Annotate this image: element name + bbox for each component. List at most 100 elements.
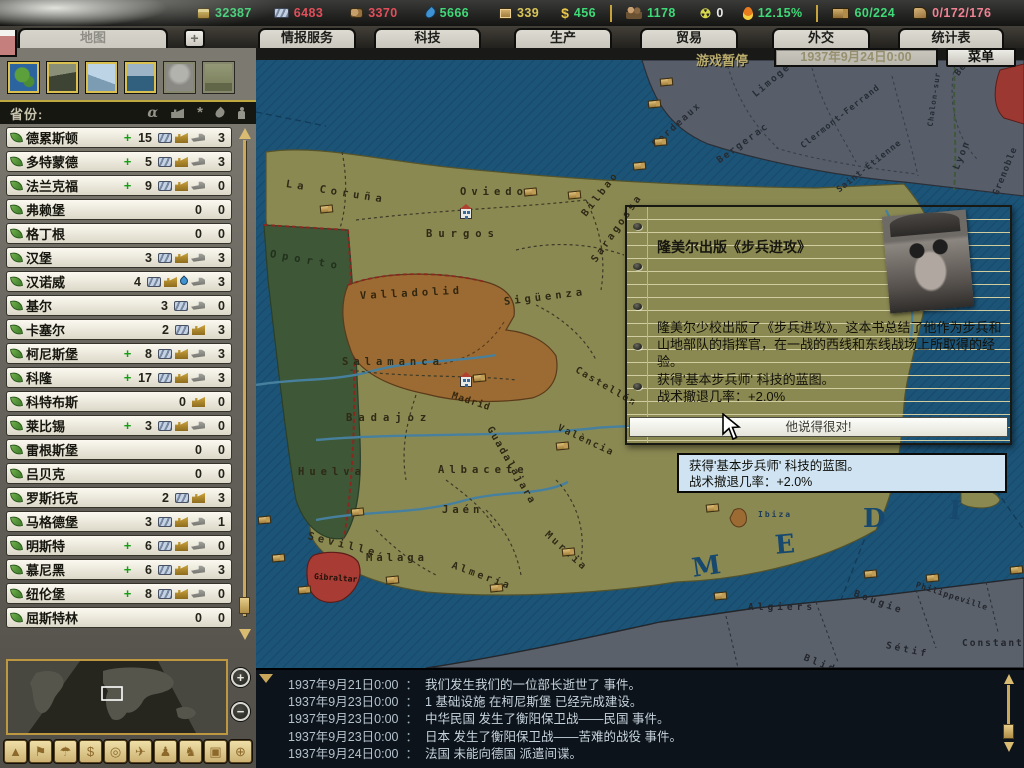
tab-technology[interactable]: 科技 <box>374 28 481 48</box>
air-units-button[interactable] <box>86 62 117 93</box>
tab-statistics[interactable]: 统计表 <box>898 28 1004 48</box>
province-row[interactable]: 柯尼斯堡+83 <box>6 343 232 364</box>
province-row[interactable]: 科隆+173 <box>6 367 232 388</box>
machine-icon <box>191 253 205 263</box>
log-collapse-icon[interactable] <box>259 674 273 683</box>
tab-production[interactable]: 生产 <box>514 28 612 48</box>
tab-trade[interactable]: 贸易 <box>640 28 738 48</box>
nuclear-button[interactable] <box>164 62 195 93</box>
zoom-out-button[interactable]: − <box>231 702 250 721</box>
machine-icon <box>191 541 205 551</box>
province-leaf-icon <box>10 515 23 528</box>
scroll-down-icon[interactable] <box>239 629 251 640</box>
province-leaf-icon <box>10 587 23 600</box>
europe-map-button[interactable] <box>8 62 39 93</box>
diplomacy-icon <box>913 7 927 19</box>
production-value: 6 <box>135 563 152 577</box>
air-filter-button[interactable]: ✈ <box>129 740 152 763</box>
military-button[interactable] <box>203 62 234 93</box>
minimap[interactable] <box>6 659 228 735</box>
province-row[interactable]: 汉堡33 <box>6 247 232 268</box>
supplies-filter-button[interactable]: ▣ <box>204 740 227 763</box>
manpower-icon <box>626 7 642 19</box>
log-scroll-up-icon[interactable] <box>1004 674 1014 684</box>
tab-intelligence[interactable]: 情报服务 <box>258 28 356 48</box>
production-plus: + <box>122 130 133 145</box>
scroll-up-icon[interactable] <box>239 128 251 139</box>
flag-filter-button[interactable]: ⚑ <box>29 740 52 763</box>
province-row[interactable]: 格丁根00 <box>6 223 232 244</box>
log-scroll-thumb[interactable] <box>1003 724 1014 739</box>
province-row[interactable]: 雷根斯堡00 <box>6 439 232 460</box>
sort-factory-icon[interactable] <box>171 108 184 118</box>
log-separator: ： <box>406 712 419 726</box>
province-leaf-icon <box>10 299 23 312</box>
province-count: 1 <box>210 515 225 529</box>
province-row[interactable]: 汉诺威43 <box>6 271 232 292</box>
tab-diplomacy[interactable]: 外交 <box>772 28 870 48</box>
province-row[interactable]: 罗斯托克23 <box>6 487 232 508</box>
event-effect-line: 战术撤退几率：+2.0% <box>657 388 1005 405</box>
log-scroll-track[interactable] <box>1007 685 1010 725</box>
province-row[interactable]: 莱比锡+30 <box>6 415 232 436</box>
province-count: 0 <box>210 443 225 457</box>
binder-hole-icon <box>633 263 642 270</box>
province-count: 0 <box>210 419 225 433</box>
province-row[interactable]: 慕尼黑+63 <box>6 559 232 580</box>
province-row[interactable]: 纽伦堡+80 <box>6 583 232 604</box>
province-row[interactable]: 法兰克福+90 <box>6 175 232 196</box>
factory-icon <box>164 276 177 287</box>
sort-resources-icon[interactable]: * <box>197 108 203 118</box>
province-row[interactable]: 基尔30 <box>6 295 232 316</box>
event-accept-button[interactable]: 他说得很对! <box>629 417 1008 437</box>
province-row[interactable]: 德累斯顿+153 <box>6 127 232 148</box>
world-filter-button[interactable]: ⊕ <box>229 740 252 763</box>
production-value: 4 <box>124 275 141 289</box>
date-display: 1937年9月24日0:00 <box>774 48 938 67</box>
map-move-button[interactable]: + <box>184 29 205 48</box>
machine-icon <box>191 373 205 383</box>
province-row[interactable]: 科特布斯00 <box>6 391 232 412</box>
province-row[interactable]: 卡塞尔23 <box>6 319 232 340</box>
sort-manpower-icon[interactable] <box>237 107 246 120</box>
infantry-filter-button[interactable]: ♟ <box>154 740 177 763</box>
terrain-filter-button[interactable]: ▲ <box>4 740 27 763</box>
province-row[interactable]: 马格德堡31 <box>6 511 232 532</box>
production-plus: + <box>122 562 133 577</box>
province-row[interactable]: 明斯特+60 <box>6 535 232 556</box>
oil-icon <box>178 275 189 286</box>
province-scrollbar[interactable] <box>239 128 249 640</box>
scroll-track[interactable] <box>243 140 246 616</box>
naval-units-button[interactable] <box>125 62 156 93</box>
popup-margin <box>627 207 648 443</box>
province-row[interactable]: 屈斯特林00 <box>6 607 232 628</box>
resource-rare: 3370 <box>350 6 397 20</box>
scroll-thumb[interactable] <box>239 597 250 614</box>
land-units-button[interactable] <box>47 62 78 93</box>
production-value: 0 <box>185 611 202 625</box>
province-row[interactable]: 弗赖堡00 <box>6 199 232 220</box>
province-count: 3 <box>210 371 225 385</box>
sort-alpha-icon[interactable]: α <box>147 105 158 121</box>
production-plus: + <box>122 346 133 361</box>
money-filter-button[interactable]: $ <box>79 740 102 763</box>
log-scroll-down-icon[interactable] <box>1004 742 1014 752</box>
factory-icon <box>175 156 188 167</box>
province-row[interactable]: 吕贝克00 <box>6 463 232 484</box>
factory-icon <box>175 420 188 431</box>
resource-money: $456 <box>561 5 596 21</box>
zoom-in-button[interactable]: + <box>231 668 250 687</box>
log-scrollbar[interactable] <box>1002 674 1016 758</box>
menu-button[interactable]: 菜单 <box>946 48 1016 67</box>
sort-oil-icon[interactable] <box>214 107 227 120</box>
resources-filter-button[interactable]: ◎ <box>104 740 127 763</box>
tooltip-line: 获得'基本步兵师' 科技的蓝图。 <box>689 458 995 474</box>
province-count: 3 <box>210 155 225 169</box>
cavalry-filter-button[interactable]: ♞ <box>179 740 202 763</box>
sort-icons: α * <box>147 105 246 121</box>
resource-oil-value: 5666 <box>440 6 469 20</box>
event-effects: 获得'基本步兵师' 科技的蓝图。 战术撤退几率：+2.0% <box>657 371 1005 405</box>
tab-map[interactable]: 地图 <box>18 28 168 48</box>
weather-filter-button[interactable]: ☂ <box>54 740 77 763</box>
province-row[interactable]: 多特蒙德+53 <box>6 151 232 172</box>
